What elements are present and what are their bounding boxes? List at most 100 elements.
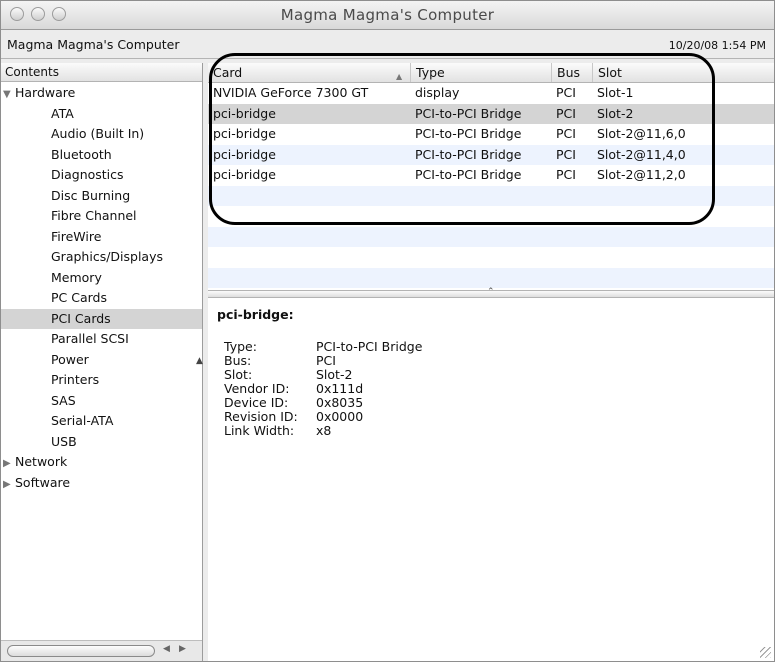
detail-row: Device ID: 0x8035 <box>224 396 422 410</box>
system-profiler-window: Magma Magma's Computer Magma Magma's Com… <box>0 0 775 662</box>
cell-type: PCI-to-PCI Bridge <box>415 146 522 162</box>
table-row[interactable]: NVIDIA GeForce 7300 GT display PCI Slot-… <box>208 83 774 104</box>
column-header-label: Card <box>213 65 243 80</box>
cell-slot: Slot-2@11,4,0 <box>597 146 686 162</box>
detail-fields: Type: PCI-to-PCI Bridge Bus: PCI Slot: Slot… <box>224 340 422 438</box>
sidebar-item-software[interactable]: ▶ Software <box>1 473 202 494</box>
detail-key: Slot: <box>224 367 253 382</box>
detail-key: Type: <box>224 339 257 354</box>
table-header: Card ▲ Type Bus Slot <box>208 63 774 83</box>
sidebar-item-pc-cards[interactable]: PC Cards <box>1 288 202 309</box>
sidebar-item-ata[interactable]: ATA <box>1 104 202 125</box>
cell-type: display <box>415 85 460 100</box>
cell-card: pci-bridge <box>213 126 276 141</box>
cell-bus: PCI <box>556 126 576 141</box>
scroll-left-arrow-icon[interactable]: ◀ <box>163 644 170 654</box>
timestamp: 10/20/08 1:54 PM <box>668 39 766 52</box>
scroll-right-arrow-icon[interactable]: ▶ <box>179 644 186 654</box>
detail-value: 0x111d <box>316 381 364 396</box>
cell-bus: PCI <box>556 85 576 100</box>
sidebar-item-parallel-scsi[interactable]: Parallel SCSI <box>1 329 202 350</box>
splitter-arrow-icon[interactable]: ▲ <box>196 356 203 366</box>
detail-key: Device ID: <box>224 395 289 410</box>
empty-row <box>208 267 774 288</box>
scrollbar-thumb[interactable] <box>7 645 155 657</box>
sidebar-item-audio[interactable]: Audio (Built In) <box>1 124 202 145</box>
content-pane: Card ▲ Type Bus Slot NVIDIA GeForce 7300 … <box>208 63 774 661</box>
sidebar-item-usb[interactable]: USB <box>1 432 202 453</box>
detail-key: Bus: <box>224 353 252 368</box>
disclosure-expanded-icon[interactable]: ▼ <box>3 85 15 106</box>
contents-sidebar: Contents ▼ Hardware ATA Audio (Built In) … <box>1 63 203 661</box>
splitter-arrow-icon[interactable]: ⌃ <box>487 287 495 297</box>
detail-pane: pci-bridge: Type: PCI-to-PCI Bridge Bus: P… <box>208 298 774 661</box>
detail-value: PCI <box>316 353 336 368</box>
contents-tree: ▼ Hardware ATA Audio (Built In) Bluetooth… <box>1 82 202 493</box>
detail-row: Type: PCI-to-PCI Bridge <box>224 340 422 354</box>
detail-key: Revision ID: <box>224 409 298 424</box>
sidebar-item-sas[interactable]: SAS <box>1 391 202 412</box>
sidebar-item-firewire[interactable]: FireWire <box>1 227 202 248</box>
detail-row: Revision ID: 0x0000 <box>224 410 422 424</box>
sidebar-item-bluetooth[interactable]: Bluetooth <box>1 145 202 166</box>
detail-key: Vendor ID: <box>224 381 290 396</box>
sidebar-item-graphics-displays[interactable]: Graphics/Displays <box>1 247 202 268</box>
detail-row: Link Width: x8 <box>224 424 422 438</box>
sidebar-item-network[interactable]: ▶ Network <box>1 452 202 473</box>
table-row-selected[interactable]: pci-bridge PCI-to-PCI Bridge PCI Slot-2 <box>208 103 774 124</box>
sidebar-header: Contents <box>1 63 202 82</box>
empty-row <box>208 185 774 206</box>
cell-slot: Slot-2@11,6,0 <box>597 126 686 141</box>
detail-value: 0x0000 <box>316 409 364 424</box>
resize-grip-icon[interactable] <box>760 647 771 658</box>
detail-title: pci-bridge: <box>217 307 294 322</box>
table-row[interactable]: pci-bridge PCI-to-PCI Bridge PCI Slot-2@… <box>208 165 774 186</box>
table-row[interactable]: pci-bridge PCI-to-PCI Bridge PCI Slot-2@… <box>208 124 774 145</box>
sidebar-item-pci-cards[interactable]: PCI Cards <box>1 308 202 329</box>
disclosure-collapsed-icon[interactable]: ▶ <box>3 475 15 496</box>
column-header-slot[interactable]: Slot <box>592 63 724 82</box>
cell-card: pci-bridge <box>213 146 276 162</box>
sidebar-horizontal-scrollbar[interactable]: ◀ ▶ <box>1 640 202 661</box>
sidebar-item-printers[interactable]: Printers <box>1 370 202 391</box>
pane-splitter[interactable]: ⌃ <box>208 287 774 298</box>
cell-type: PCI-to-PCI Bridge <box>415 167 522 182</box>
cell-card: pci-bridge <box>213 105 276 121</box>
sidebar-item-disc-burning[interactable]: Disc Burning <box>1 186 202 207</box>
detail-row: Slot: Slot-2 <box>224 368 422 382</box>
cell-card: pci-bridge <box>213 167 276 182</box>
cell-bus: PCI <box>556 167 576 182</box>
detail-value: Slot-2 <box>316 367 353 382</box>
column-header-type[interactable]: Type <box>410 63 551 82</box>
cell-card: NVIDIA GeForce 7300 GT <box>213 85 369 100</box>
sidebar-item-diagnostics[interactable]: Diagnostics <box>1 165 202 186</box>
column-header-card[interactable]: Card ▲ <box>208 63 410 82</box>
disclosure-collapsed-icon[interactable]: ▶ <box>3 454 15 475</box>
sidebar-item-hardware[interactable]: ▼ Hardware <box>1 83 202 104</box>
detail-row: Vendor ID: 0x111d <box>224 382 422 396</box>
column-header-bus[interactable]: Bus <box>551 63 592 82</box>
sidebar-item-label: Network <box>15 454 68 469</box>
sidebar-item-serial-ata[interactable]: Serial-ATA <box>1 411 202 432</box>
cell-bus: PCI <box>556 146 576 162</box>
empty-row <box>208 206 774 227</box>
pci-cards-table: Card ▲ Type Bus Slot NVIDIA GeForce 7300 … <box>208 63 774 290</box>
detail-value: x8 <box>316 423 332 438</box>
sidebar-item-power[interactable]: Power <box>1 350 202 371</box>
window-title: Magma Magma's Computer <box>280 6 495 24</box>
title-bar[interactable]: Magma Magma's Computer <box>1 1 774 30</box>
cell-slot: Slot-2 <box>597 105 634 121</box>
detail-key: Link Width: <box>224 423 295 438</box>
sidebar-item-label: Software <box>15 474 71 490</box>
table-row[interactable]: pci-bridge PCI-to-PCI Bridge PCI Slot-2@… <box>208 144 774 165</box>
cell-slot: Slot-2@11,2,0 <box>597 167 686 182</box>
info-header: Magma Magma's Computer 10/20/08 1:54 PM <box>1 30 774 59</box>
detail-value: PCI-to-PCI Bridge <box>316 339 423 354</box>
sidebar-item-label: Hardware <box>15 85 76 100</box>
sidebar-item-memory[interactable]: Memory <box>1 268 202 289</box>
computer-name: Magma Magma's Computer <box>7 37 180 52</box>
cell-slot: Slot-1 <box>597 85 634 100</box>
empty-row <box>208 247 774 268</box>
sidebar-item-fibre-channel[interactable]: Fibre Channel <box>1 206 202 227</box>
cell-bus: PCI <box>556 105 576 121</box>
